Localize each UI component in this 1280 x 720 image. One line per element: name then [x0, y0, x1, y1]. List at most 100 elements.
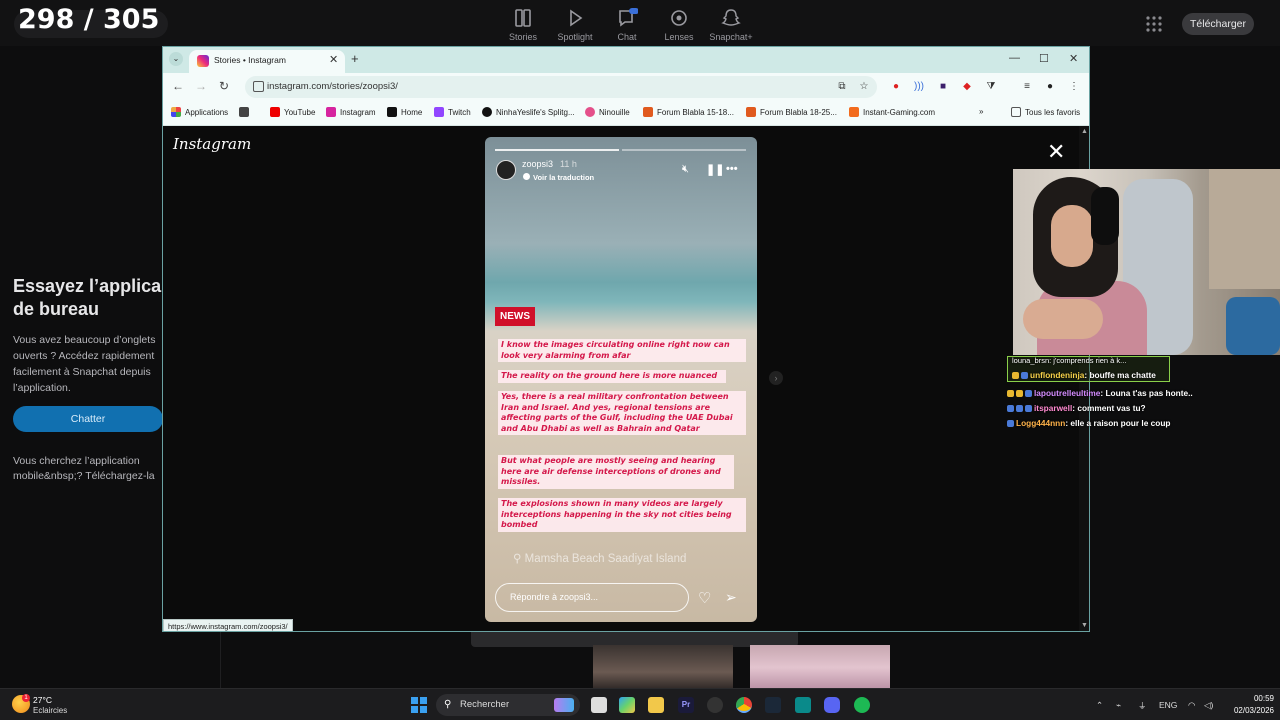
send-icon[interactable]: ➢ — [725, 589, 737, 606]
close-window-icon[interactable]: ✕ — [1069, 52, 1078, 65]
language-indicator[interactable]: ENG — [1159, 700, 1177, 710]
bookmark-item[interactable]: YouTube — [270, 107, 315, 117]
more-menu-icon[interactable]: ⋮ — [1067, 80, 1081, 94]
chat-text: comment vas tu? — [1077, 403, 1146, 413]
story-progress-segment — [622, 149, 746, 151]
story-text-block: The reality on the ground here is more n… — [498, 370, 726, 383]
extension-icon[interactable]: ■ — [936, 80, 950, 94]
bookmark-item[interactable] — [239, 107, 253, 117]
discord-icon[interactable] — [824, 697, 840, 713]
location-pin-icon: ⚲ — [513, 553, 525, 565]
story-username[interactable]: zoopsi3 — [522, 159, 553, 169]
folder-icon[interactable] — [648, 697, 664, 713]
chrome-icon[interactable] — [736, 697, 752, 713]
mute-icon[interactable]: 🔇︎ — [682, 163, 689, 176]
bookmark-item[interactable]: Twitch — [434, 107, 471, 117]
clock-date[interactable]: 02/03/2026 — [1228, 706, 1274, 715]
edge-icon[interactable] — [619, 697, 635, 713]
new-tab-button[interactable]: + — [351, 51, 359, 66]
address-bar[interactable]: instagram.com/stories/zoopsi3/ ⧉ ☆ — [245, 76, 877, 98]
site-info-icon[interactable] — [253, 81, 264, 92]
url-text[interactable]: instagram.com/stories/zoopsi3/ — [267, 81, 398, 92]
network-icon[interactable]: ⌁ — [1116, 700, 1121, 711]
chat-message: louna_brsn: j'comprends rien à k... — [1012, 356, 1127, 365]
story-card[interactable]: zoopsi3 11 h Voir la traduction 🔇︎ ❚❚ ••… — [485, 137, 757, 622]
nav-chat[interactable]: Chat — [599, 8, 655, 42]
windows-start-icon[interactable] — [411, 697, 427, 713]
chat-user: itsparwell — [1034, 403, 1073, 413]
nav-spotlight[interactable]: Spotlight — [547, 8, 603, 42]
snapchat-plus-icon — [721, 9, 741, 26]
bookmark-item[interactable]: Ninouille — [585, 107, 630, 117]
more-bookmarks-icon[interactable]: » — [979, 107, 983, 116]
obs-icon[interactable] — [707, 697, 723, 713]
see-translation-link[interactable]: Voir la traduction — [533, 173, 594, 182]
chevron-up-icon[interactable]: ⌃ — [1096, 700, 1103, 711]
tab-instagram-stories[interactable]: Stories • Instagram ✕ — [189, 50, 345, 73]
promo-desc-line: ouverts ? Accédez rapidement — [13, 350, 155, 362]
extension-adblock-icon[interactable]: ● — [889, 80, 903, 94]
jeuxvideo-icon — [746, 107, 756, 117]
chatter-button[interactable]: Chatter — [13, 406, 163, 432]
bookmark-item[interactable]: NinhaYeslife's Splitg... — [482, 107, 575, 117]
next-story-icon[interactable]: › — [769, 371, 783, 385]
all-favorites[interactable]: Tous les favoris — [1011, 107, 1080, 117]
bookmark-item[interactable]: Forum Blabla 15-18... — [643, 107, 734, 117]
media-control-icon[interactable]: ≡ — [1020, 80, 1034, 94]
taskbar-search[interactable]: ⚲ Rechercher — [436, 694, 580, 716]
weather-temperature[interactable]: 27°C — [33, 695, 52, 705]
pause-icon[interactable]: ❚❚ — [706, 163, 724, 176]
nav-snapchat-plus[interactable]: Snapchat+ — [703, 8, 759, 42]
steam-icon[interactable] — [765, 697, 781, 713]
reload-icon[interactable]: ↻ — [219, 79, 229, 93]
scroll-up-icon[interactable]: ▲ — [1081, 128, 1088, 135]
bookmark-item[interactable]: Instagram — [326, 107, 376, 117]
story-location[interactable]: ⚲ Mamsha Beach Saadiyat Island — [513, 551, 686, 565]
wifi-icon[interactable]: ◠ — [1188, 700, 1195, 711]
badge-icon — [1007, 420, 1014, 427]
bookmark-star-icon[interactable]: ☆ — [857, 80, 871, 94]
forward-icon[interactable]: → — [195, 79, 207, 93]
scroll-down-icon[interactable]: ▼ — [1081, 622, 1088, 629]
badge-icon — [1007, 390, 1014, 397]
spotify-icon[interactable] — [854, 697, 870, 713]
clock-time[interactable]: 00:59 — [1246, 694, 1274, 703]
file-explorer-icon[interactable] — [591, 697, 607, 713]
microphone-icon[interactable]: ⏚ — [1138, 700, 1147, 712]
close-tab-icon[interactable]: ✕ — [329, 53, 338, 66]
webcam-pillow — [1226, 297, 1280, 355]
more-options-icon[interactable]: ••• — [726, 163, 738, 175]
back-icon[interactable]: ← — [172, 79, 184, 93]
download-button[interactable]: Télécharger — [1182, 13, 1254, 35]
apps-grid-icon[interactable] — [1144, 14, 1164, 34]
minimize-icon[interactable]: — — [1009, 52, 1020, 64]
maximize-icon[interactable]: ☐ — [1039, 52, 1049, 65]
promo-mobile-line: mobile&nbsp;? Téléchargez-la — [13, 470, 155, 482]
nav-lenses[interactable]: Lenses — [651, 8, 707, 42]
bookmark-item[interactable]: Forum Blabla 18-25... — [746, 107, 837, 117]
chat-user: unflondeninja — [1030, 370, 1085, 380]
weather-description[interactable]: Eclaircies — [33, 706, 67, 715]
nav-stories[interactable]: Stories — [495, 8, 551, 42]
heart-icon[interactable]: ♡ — [698, 589, 711, 607]
install-app-icon[interactable]: ⧉ — [835, 80, 849, 94]
reply-input[interactable]: Répondre à zoopsi3... — [495, 583, 689, 612]
bookmark-item[interactable]: Applications — [171, 107, 228, 117]
avatar[interactable] — [496, 160, 516, 180]
bookmark-item[interactable]: Home — [387, 107, 422, 117]
promo-description: Vous avez beaucoup d’onglets ouverts ? A… — [13, 332, 163, 396]
instagram-logo[interactable]: Instagram — [173, 135, 251, 153]
app-icon[interactable] — [795, 697, 811, 713]
story-thumbnail[interactable] — [593, 645, 733, 690]
close-icon[interactable]: ✕ — [1047, 139, 1065, 165]
bookmark-item[interactable]: Instant-Gaming.com — [849, 107, 935, 117]
extensions-puzzle-icon[interactable]: ⧩ — [984, 80, 998, 94]
browser-window: ⌄ Stories • Instagram ✕ + — ☐ ✕ ← → ↻ in… — [162, 46, 1090, 632]
extension-icon[interactable]: ))) — [912, 80, 926, 94]
extension-icon[interactable]: ◆ — [960, 80, 974, 94]
tab-list-button[interactable]: ⌄ — [169, 52, 183, 66]
story-thumbnail[interactable] — [750, 645, 890, 690]
volume-icon[interactable]: ◁) — [1204, 700, 1213, 711]
premiere-icon[interactable]: Pr — [678, 697, 694, 713]
profile-avatar[interactable]: ● — [1043, 80, 1057, 94]
